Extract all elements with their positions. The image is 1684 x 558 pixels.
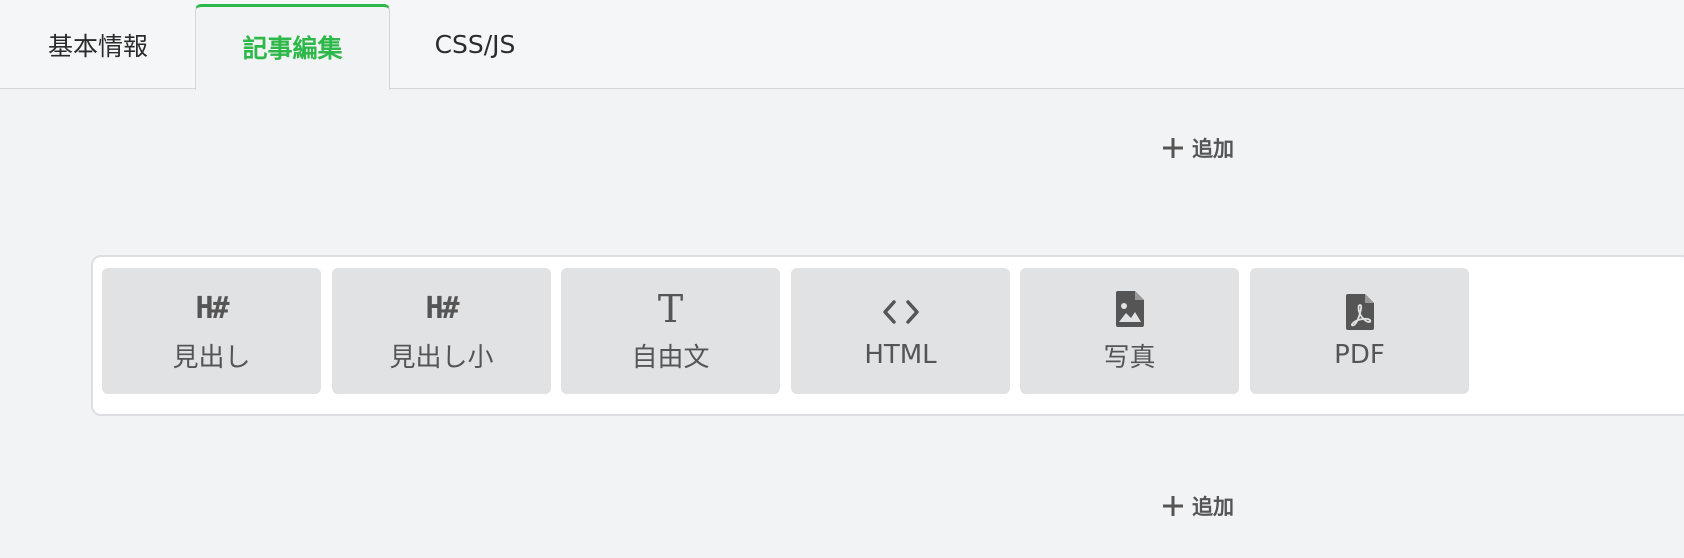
- add-block-button-bottom[interactable]: 追加: [1162, 491, 1234, 521]
- pdf-file-icon: [1345, 292, 1375, 332]
- tab-basic-info[interactable]: 基本情報: [0, 0, 196, 89]
- block-pdf-button[interactable]: PDF: [1250, 268, 1469, 394]
- plus-icon: [1162, 137, 1184, 159]
- add-label: 追加: [1192, 137, 1234, 161]
- block-label: HTML: [864, 340, 937, 370]
- block-subheading-button[interactable]: H# 見出し小: [332, 268, 551, 394]
- block-free-text-button[interactable]: T 自由文: [561, 268, 780, 394]
- block-label: 自由文: [631, 342, 710, 373]
- tab-article-edit[interactable]: 記事編集: [195, 4, 390, 90]
- tab-bar: 基本情報 記事編集 CSS/JS: [0, 0, 1684, 90]
- block-type-selector: H# 見出し H# 見出し小 T 自由文 HTML 写真 PDF: [91, 255, 1684, 416]
- block-label: 見出し小: [389, 342, 494, 373]
- block-html-button[interactable]: HTML: [791, 268, 1010, 394]
- tab-css-js[interactable]: CSS/JS: [390, 0, 560, 89]
- code-icon: [882, 292, 920, 332]
- add-block-button-top[interactable]: 追加: [1162, 133, 1234, 163]
- block-label: PDF: [1334, 340, 1385, 370]
- block-label: 見出し: [172, 342, 251, 373]
- block-label: 写真: [1103, 342, 1156, 373]
- text-icon: T: [657, 286, 684, 331]
- image-file-icon: [1115, 289, 1145, 329]
- plus-icon: [1162, 495, 1184, 517]
- add-label: 追加: [1192, 495, 1234, 519]
- block-photo-button[interactable]: 写真: [1020, 268, 1239, 394]
- block-heading-button[interactable]: H# 見出し: [102, 268, 321, 394]
- heading-icon: H#: [195, 291, 229, 326]
- subheading-icon: H#: [425, 291, 459, 326]
